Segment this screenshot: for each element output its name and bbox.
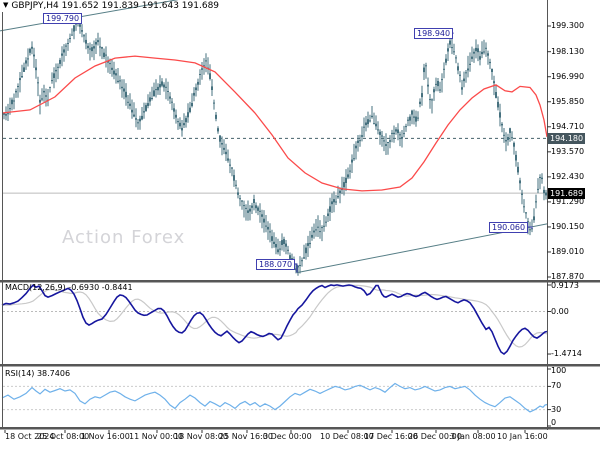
price-axis-tick: 194.710 xyxy=(551,121,585,131)
price-axis-tick: 196.990 xyxy=(551,71,585,81)
time-axis-label: 1 Nov 16:00 xyxy=(81,432,130,441)
symbol-ohlc-text: GBPJPY,H4 191.652 191.839 191.643 191.68… xyxy=(11,1,220,11)
price-axis-tick: 189.010 xyxy=(551,246,585,256)
price-axis-tick: 195.850 xyxy=(551,96,585,106)
rsi-axis-tick: 70 xyxy=(551,381,562,391)
price-axis-tick: 199.300 xyxy=(551,21,585,30)
watermark: Action Forex xyxy=(62,227,186,248)
macd-indicator-label: MACD(12,26,9) -0.6930 -0.8441 xyxy=(5,283,133,292)
rsi-axis-tick: 100 xyxy=(551,366,567,375)
price-axis-tick: 193.570 xyxy=(551,146,585,156)
rsi-axis-tick: 0 xyxy=(551,418,557,427)
ma-value-axis-box: 194.180 xyxy=(548,132,586,144)
collapse-arrow-icon[interactable]: ▼ xyxy=(3,1,8,9)
price-annotation-label: 199.790 xyxy=(43,13,83,24)
macd-axis-tick: 0.00 xyxy=(551,306,569,316)
macd-axis-tick: 0.9173 xyxy=(551,281,579,290)
current-price-axis-box: 191.689 xyxy=(548,187,586,199)
time-axis-label: 3 Jan 08:00 xyxy=(450,432,496,441)
time-axis-label: 10 Jan 16:00 xyxy=(497,432,548,441)
price-annotation-label: 190.060 xyxy=(489,222,529,233)
price-annotation-label: 188.070 xyxy=(256,259,296,270)
price-axis-tick: 198.130 xyxy=(551,46,585,56)
chart-window[interactable]: ▼ GBPJPY,H4 191.652 191.839 191.643 191.6… xyxy=(0,0,600,450)
symbol-info: ▼ GBPJPY,H4 191.652 191.839 191.643 191.6… xyxy=(3,1,219,11)
macd-axis-tick: -1.4714 xyxy=(551,349,582,359)
rsi-axis-tick: 30 xyxy=(551,404,562,414)
price-annotation-label: 198.940 xyxy=(414,28,454,39)
price-axis-tick: 192.430 xyxy=(551,171,585,181)
rsi-indicator-label: RSI(14) 38.7406 xyxy=(5,369,71,378)
time-axis-label: 3 Dec 00:00 xyxy=(263,432,312,441)
price-axis-tick: 190.150 xyxy=(551,221,585,231)
